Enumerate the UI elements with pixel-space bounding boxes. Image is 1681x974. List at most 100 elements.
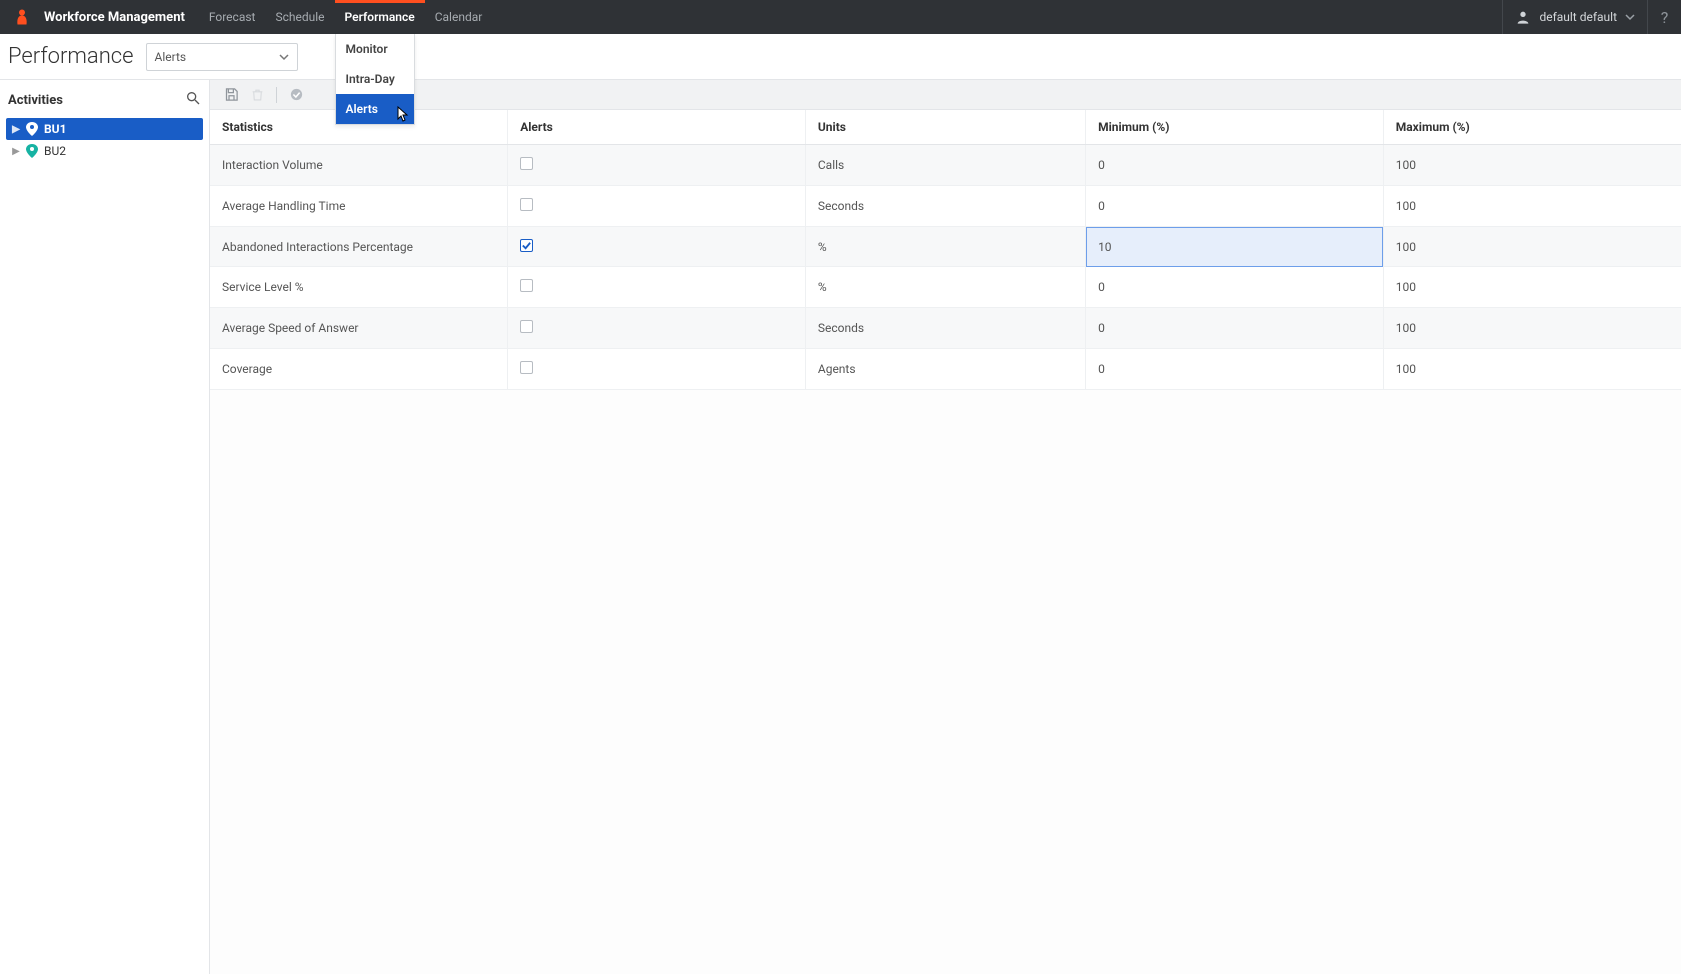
- app-logo: [0, 0, 44, 34]
- cell-units: %: [805, 267, 1085, 308]
- save-button[interactable]: [224, 87, 239, 102]
- table-row: Average Speed of AnswerSeconds0100: [210, 308, 1681, 349]
- check-circle-icon: [289, 87, 304, 102]
- genesys-logo-icon: [13, 8, 31, 26]
- nav-tab-performance[interactable]: Performance Monitor Intra-Day Alerts: [335, 0, 425, 34]
- cell-minimum[interactable]: 0: [1086, 308, 1384, 349]
- table-row: Abandoned Interactions Percentage%10100: [210, 227, 1681, 267]
- expand-icon[interactable]: ▶: [12, 146, 20, 157]
- col-header-units[interactable]: Units: [805, 110, 1085, 145]
- search-icon: [185, 90, 201, 106]
- activities-tree: ▶ BU1 ▶ BU2: [0, 118, 209, 162]
- alert-checkbox[interactable]: [520, 320, 533, 333]
- alert-checkbox[interactable]: [520, 157, 533, 170]
- cursor-icon: [397, 106, 411, 122]
- cell-maximum[interactable]: 100: [1383, 349, 1681, 390]
- cell-maximum[interactable]: 100: [1383, 186, 1681, 227]
- cell-maximum[interactable]: 100: [1383, 227, 1681, 267]
- dropdown-item-intraday[interactable]: Intra-Day: [336, 64, 414, 94]
- table-body: Interaction VolumeCalls0100Average Handl…: [210, 145, 1681, 390]
- alert-checkbox[interactable]: [520, 361, 533, 374]
- cell-alert: [508, 186, 806, 227]
- app-title: Workforce Management: [44, 0, 199, 34]
- nav-tab-label: Schedule: [275, 10, 324, 24]
- cell-minimum[interactable]: 0: [1086, 145, 1384, 186]
- table-row: Average Handling TimeSeconds0100: [210, 186, 1681, 227]
- tree-item-bu1[interactable]: ▶ BU1: [6, 118, 203, 140]
- user-name: default default: [1539, 10, 1617, 24]
- cell-units: Calls: [805, 145, 1085, 186]
- topbar-right: default default ?: [1502, 0, 1681, 34]
- page-title: Performance: [8, 44, 134, 69]
- cell-minimum[interactable]: 0: [1086, 267, 1384, 308]
- cell-minimum[interactable]: 10: [1086, 227, 1384, 267]
- cell-maximum[interactable]: 100: [1383, 267, 1681, 308]
- cell-statistic: Interaction Volume: [210, 145, 508, 186]
- dropdown-item-monitor[interactable]: Monitor: [336, 34, 414, 64]
- main-panel: Statistics Alerts Units Minimum (%) Maxi…: [210, 80, 1681, 974]
- cell-alert: [508, 227, 806, 267]
- chevron-down-icon: [1625, 12, 1635, 22]
- alerts-table: Statistics Alerts Units Minimum (%) Maxi…: [210, 110, 1681, 390]
- delete-button: [251, 87, 264, 102]
- dropdown-item-label: Monitor: [346, 42, 388, 56]
- cell-alert: [508, 267, 806, 308]
- cell-statistic: Average Handling Time: [210, 186, 508, 227]
- nav-tab-calendar[interactable]: Calendar: [425, 0, 493, 34]
- cell-maximum[interactable]: 100: [1383, 308, 1681, 349]
- table-row: Coverage Agents0100: [210, 349, 1681, 390]
- table-row: Service Level %%0100: [210, 267, 1681, 308]
- alert-checkbox[interactable]: [520, 279, 533, 292]
- help-icon: ?: [1661, 8, 1669, 27]
- sidebar-search-button[interactable]: [185, 90, 201, 110]
- nav-tab-label: Performance: [345, 10, 415, 24]
- col-header-minimum[interactable]: Minimum (%): [1086, 110, 1384, 145]
- user-icon: [1515, 9, 1531, 25]
- expand-icon[interactable]: ▶: [12, 124, 20, 135]
- col-header-maximum[interactable]: Maximum (%): [1383, 110, 1681, 145]
- cell-minimum[interactable]: 0: [1086, 349, 1384, 390]
- view-selector[interactable]: Alerts: [146, 43, 298, 71]
- nav-tab-label: Forecast: [209, 10, 256, 24]
- user-menu[interactable]: default default: [1502, 0, 1647, 34]
- nav-tab-label: Calendar: [435, 10, 483, 24]
- sidebar: Activities ▶ BU1 ▶ BU2: [0, 80, 210, 974]
- chevron-down-icon: [279, 52, 289, 62]
- save-icon: [224, 87, 239, 102]
- dropdown-item-label: Alerts: [346, 102, 378, 116]
- table-header-row: Statistics Alerts Units Minimum (%) Maxi…: [210, 110, 1681, 145]
- top-bar: Workforce Management Forecast Schedule P…: [0, 0, 1681, 34]
- sidebar-title: Activities: [8, 93, 63, 108]
- alert-checkbox[interactable]: [520, 198, 533, 211]
- cell-minimum[interactable]: 0: [1086, 186, 1384, 227]
- cell-units: Agents: [805, 349, 1085, 390]
- location-pin-icon: [26, 144, 38, 158]
- tree-item-bu2[interactable]: ▶ BU2: [6, 140, 203, 162]
- performance-dropdown: Monitor Intra-Day Alerts: [335, 34, 415, 125]
- dropdown-item-label: Intra-Day: [346, 72, 395, 86]
- subheader: Performance Alerts: [0, 34, 1681, 80]
- help-button[interactable]: ?: [1647, 0, 1681, 34]
- col-header-alerts[interactable]: Alerts: [508, 110, 806, 145]
- location-pin-icon: [26, 122, 38, 136]
- cell-units: %: [805, 227, 1085, 267]
- view-selector-value: Alerts: [155, 50, 187, 64]
- apply-button[interactable]: [289, 87, 304, 102]
- dropdown-item-alerts[interactable]: Alerts: [336, 94, 414, 124]
- nav-tab-forecast[interactable]: Forecast: [199, 0, 266, 34]
- table-row: Interaction Volume Calls0100: [210, 145, 1681, 186]
- sidebar-header: Activities: [0, 80, 209, 118]
- cell-alert: [508, 308, 806, 349]
- cell-maximum[interactable]: 100: [1383, 145, 1681, 186]
- trash-icon: [251, 87, 264, 102]
- tree-item-label: BU2: [44, 144, 66, 158]
- cell-statistic: Average Speed of Answer: [210, 308, 508, 349]
- nav-tab-schedule[interactable]: Schedule: [265, 0, 334, 34]
- cell-alert: [508, 349, 806, 390]
- cell-statistic: Coverage: [210, 349, 508, 390]
- check-icon: [521, 240, 532, 251]
- body: Activities ▶ BU1 ▶ BU2: [0, 80, 1681, 974]
- alerts-table-wrap: Statistics Alerts Units Minimum (%) Maxi…: [210, 110, 1681, 974]
- alert-checkbox[interactable]: [520, 239, 533, 252]
- cell-statistic: Abandoned Interactions Percentage: [210, 227, 508, 267]
